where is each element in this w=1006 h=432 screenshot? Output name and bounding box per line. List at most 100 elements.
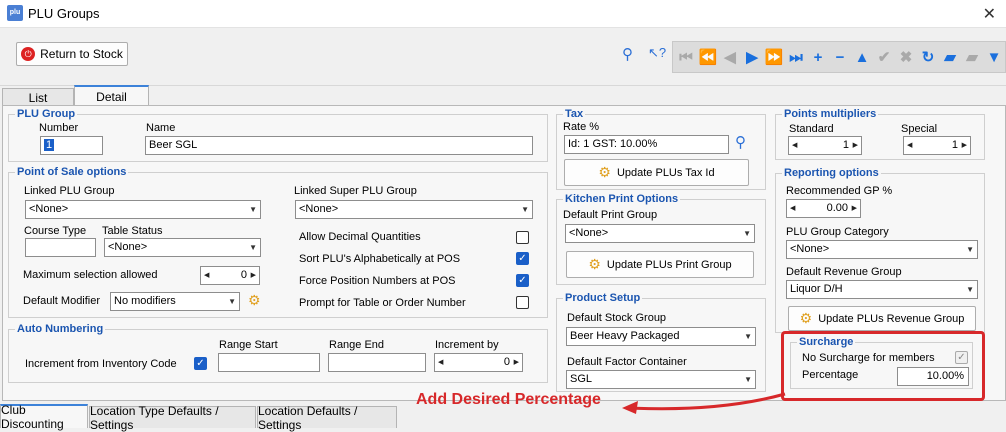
max-selection-stepper[interactable]: ◀ 0 ▶ — [200, 266, 260, 285]
sort-plu-checkbox[interactable]: ✓ — [516, 252, 529, 265]
tab-list-label: List — [28, 90, 48, 105]
increment-icon[interactable]: ▶ — [852, 200, 857, 217]
return-label: Return to Stock — [40, 47, 123, 61]
search-icon[interactable]: ⚲ — [735, 133, 746, 151]
chevron-down-icon: ▼ — [249, 205, 257, 214]
pointer-help-icon[interactable]: ↖? — [648, 45, 666, 61]
increment-icon[interactable]: ▶ — [251, 267, 256, 284]
delete-icon[interactable]: − — [829, 46, 851, 68]
edit-icon[interactable]: ▲ — [851, 46, 873, 68]
max-selection-label: Maximum selection allowed — [23, 269, 158, 281]
standard-stepper[interactable]: ◀ 1 ▶ — [788, 136, 862, 155]
title-bar: plu PLU Groups ✕ — [0, 0, 1006, 28]
default-print-label: Default Print Group — [563, 209, 658, 221]
linked-super-select[interactable]: <None> ▼ — [295, 200, 533, 219]
next-page-icon[interactable]: ⏩ — [763, 46, 785, 68]
gear-icon: ⚙ — [588, 256, 601, 272]
allow-decimal-label: Allow Decimal Quantities — [299, 231, 421, 243]
special-stepper[interactable]: ◀ 1 ▶ — [903, 136, 971, 155]
pos-options-title: Point of Sale options — [15, 166, 129, 178]
prev-record-icon[interactable]: ◀ — [719, 46, 741, 68]
chevron-down-icon: ▼ — [966, 245, 974, 254]
decrement-icon[interactable]: ◀ — [438, 354, 443, 371]
number-value: 1 — [44, 139, 55, 151]
last-record-icon[interactable]: ⏭ — [785, 46, 807, 68]
decrement-icon[interactable]: ◀ — [790, 200, 795, 217]
plu-category-select[interactable]: <None> ▼ — [786, 240, 978, 259]
insert-icon[interactable]: + — [807, 46, 829, 68]
increment-inventory-checkbox[interactable]: ✓ — [194, 357, 207, 370]
course-type-field[interactable] — [25, 238, 96, 257]
navigator-bar: ⏮ ⏪ ◀ ▶ ⏩ ⏭ + − ▲ ✔ ✖ ↻ ▰ ▰ ▼ — [672, 41, 1006, 73]
power-icon: ⏻ — [21, 47, 36, 61]
update-print-group-label: Update PLUs Print Group — [606, 258, 732, 271]
revenue-group-value: Liquor D/H — [790, 283, 843, 295]
revenue-group-select[interactable]: Liquor D/H ▼ — [786, 280, 978, 299]
name-field[interactable]: Beer SGL — [145, 136, 533, 155]
increment-icon[interactable]: ▶ — [853, 137, 858, 154]
gear-icon[interactable]: ⚙ — [248, 292, 261, 309]
update-tax-button[interactable]: ⚙ Update PLUs Tax Id — [564, 159, 749, 186]
decrement-icon[interactable]: ◀ — [204, 267, 209, 284]
linked-plu-value: <None> — [29, 203, 69, 215]
tab-list[interactable]: List — [2, 88, 74, 106]
product-setup-section: Product Setup Default Stock Group Beer H… — [556, 292, 766, 392]
increment-by-stepper[interactable]: ◀ 0 ▶ — [434, 353, 523, 372]
force-position-checkbox[interactable]: ✓ — [516, 274, 529, 287]
range-end-field[interactable] — [328, 353, 426, 372]
special-label: Special — [901, 123, 938, 135]
tab-location-defaults[interactable]: Location Defaults / Settings — [257, 404, 397, 432]
tab-detail[interactable]: Detail — [74, 85, 149, 106]
tab-location-type-defaults[interactable]: Location Type Defaults / Settings — [89, 404, 256, 432]
chevron-down-icon: ▼ — [743, 229, 751, 238]
kitchen-print-title: Kitchen Print Options — [563, 193, 681, 205]
book-grey-icon[interactable]: ▰ — [961, 46, 983, 68]
number-label: Number — [39, 122, 79, 134]
standard-label: Standard — [789, 123, 834, 135]
next-record-icon[interactable]: ▶ — [741, 46, 763, 68]
range-start-field[interactable] — [218, 353, 320, 372]
linked-super-label: Linked Super PLU Group — [294, 185, 417, 197]
chevron-down-icon: ▼ — [521, 205, 529, 214]
return-to-stock-button[interactable]: ⏻ Return to Stock — [16, 42, 128, 66]
prev-page-icon[interactable]: ⏪ — [697, 46, 719, 68]
close-icon[interactable]: ✕ — [983, 4, 996, 24]
default-stock-select[interactable]: Beer Heavy Packaged ▼ — [566, 327, 756, 346]
search-icon[interactable]: ⚲ — [622, 45, 633, 63]
chevron-down-icon: ▼ — [228, 297, 236, 306]
book-icon[interactable]: ▰ — [939, 46, 961, 68]
update-revenue-group-button[interactable]: ⚙ Update PLUs Revenue Group — [788, 306, 976, 331]
allow-decimal-checkbox[interactable] — [516, 231, 529, 244]
gear-icon: ⚙ — [598, 164, 611, 180]
chevron-down-icon: ▼ — [744, 332, 752, 341]
gp-value: 0.00 — [826, 202, 848, 214]
tax-title: Tax — [563, 108, 586, 120]
linked-plu-select[interactable]: <None> ▼ — [25, 200, 261, 219]
standard-value: 1 — [842, 139, 849, 151]
filter-icon[interactable]: ▼ — [983, 46, 1005, 68]
decrement-icon[interactable]: ◀ — [792, 137, 797, 154]
prompt-table-label: Prompt for Table or Order Number — [299, 297, 466, 309]
increment-icon[interactable]: ▶ — [514, 354, 519, 371]
tab-club-discounting[interactable]: Club Discounting — [0, 403, 88, 431]
prompt-table-checkbox[interactable] — [516, 296, 529, 309]
update-print-group-button[interactable]: ⚙ Update PLUs Print Group — [566, 251, 754, 278]
number-field[interactable]: 1 — [40, 136, 103, 155]
points-multipliers-section: Points multipliers Standard ◀ 1 ▶ Special … — [775, 108, 985, 160]
gp-stepper[interactable]: ◀ 0.00 ▶ — [786, 199, 861, 218]
increment-icon[interactable]: ▶ — [962, 137, 967, 154]
default-print-select[interactable]: <None> ▼ — [565, 224, 755, 243]
post-icon[interactable]: ✔ — [873, 46, 895, 68]
rate-field[interactable]: Id: 1 GST: 10.00% — [564, 135, 729, 154]
decrement-icon[interactable]: ◀ — [907, 137, 912, 154]
default-modifier-select[interactable]: No modifiers ▼ — [110, 292, 240, 311]
first-record-icon[interactable]: ⏮ — [675, 46, 697, 68]
update-revenue-group-label: Update PLUs Revenue Group — [818, 312, 965, 325]
auto-numbering-title: Auto Numbering — [15, 323, 106, 335]
table-status-select[interactable]: <None> ▼ — [104, 238, 261, 257]
cancel-icon[interactable]: ✖ — [895, 46, 917, 68]
points-multipliers-title: Points multipliers — [782, 108, 879, 120]
refresh-icon[interactable]: ↻ — [917, 46, 939, 68]
revenue-group-label: Default Revenue Group — [786, 266, 902, 278]
rate-label: Rate % — [563, 121, 600, 133]
